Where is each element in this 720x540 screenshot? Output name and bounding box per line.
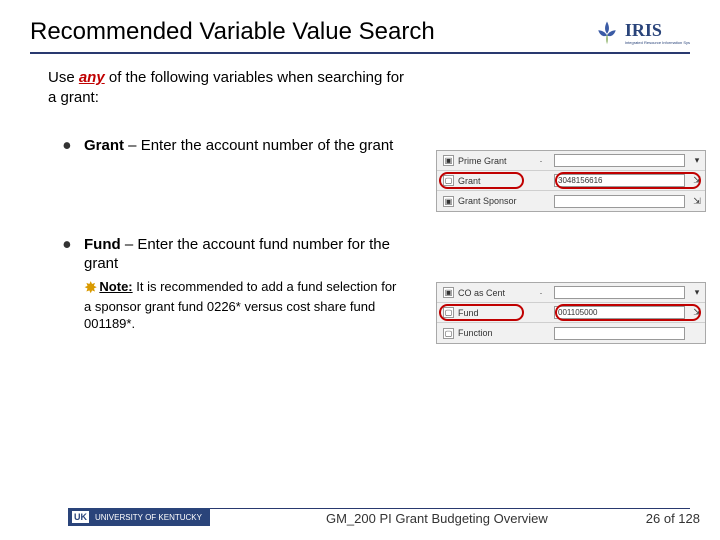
expand-icon[interactable]: ▣ [443, 196, 454, 207]
footer-doc-title: GM_200 PI Grant Budgeting Overview [228, 511, 646, 526]
iris-logo: IRIS Integrated Resource Information Sys [593, 18, 690, 46]
form-snippet-fund: ▣ CO as Cent · ▾ ▢ Fund 001105000 ⇲ ▢ Fu… [436, 282, 706, 344]
snippet-row-highlighted: ▢ Fund 001105000 ⇲ [437, 303, 705, 323]
expand-icon[interactable]: ▢ [443, 307, 454, 318]
expand-icon[interactable]: ▣ [443, 155, 454, 166]
row-label: Prime Grant [458, 156, 528, 166]
note-block: ✸Note: It is recommended to add a fund s… [84, 279, 404, 332]
row-input[interactable] [554, 286, 685, 299]
iris-logo-subtext: Integrated Resource Information Sys [625, 41, 690, 45]
header-divider [30, 52, 690, 54]
intro-emphasis: any [79, 69, 105, 86]
iris-flower-icon [593, 18, 621, 46]
lookup-icon[interactable]: ⇲ [689, 196, 705, 207]
uk-logo: UK UNIVERSITY OF KENTUCKY [68, 508, 210, 526]
expand-icon[interactable]: ▢ [443, 175, 454, 186]
row-label: CO as Cent [458, 288, 528, 298]
row-mid: · [532, 156, 550, 166]
note-label: Note: [99, 279, 132, 294]
expand-icon[interactable]: ▣ [443, 287, 454, 298]
dropdown-icon[interactable]: ▾ [689, 287, 705, 298]
footer-page-number: 26 of 128 [646, 511, 700, 526]
row-input[interactable]: 001105000 [554, 306, 685, 319]
row-mid: · [532, 288, 550, 298]
snippet-row: ▣ Grant Sponsor ⇲ [437, 191, 705, 211]
form-snippet-grant: ▣ Prime Grant · ▾ ▢ Grant 3048156616 ⇲ ▣… [436, 150, 706, 212]
row-label: Function [458, 328, 528, 338]
dropdown-icon[interactable]: ▾ [689, 155, 705, 166]
expand-icon[interactable]: ▢ [443, 328, 454, 339]
uk-logo-text: UNIVERSITY OF KENTUCKY [95, 513, 202, 522]
bullet-term: Grant [84, 137, 124, 154]
lookup-icon[interactable]: ⇲ [689, 175, 705, 186]
row-label: Grant [458, 176, 528, 186]
row-label: Grant Sponsor [458, 196, 528, 206]
snippet-row: ▣ CO as Cent · ▾ [437, 283, 705, 303]
bullet-dot-icon: • [62, 238, 84, 255]
snippet-row: ▣ Prime Grant · ▾ [437, 151, 705, 171]
uk-logo-badge: UK [72, 511, 89, 523]
iris-logo-text: IRIS [625, 20, 690, 41]
row-label: Fund [458, 308, 528, 318]
snippet-row-highlighted: ▢ Grant 3048156616 ⇲ [437, 171, 705, 191]
bullet-desc: – Enter the account number of the grant [124, 137, 393, 154]
row-input[interactable] [554, 327, 685, 340]
lookup-icon[interactable]: ⇲ [689, 307, 705, 318]
row-input[interactable]: 3048156616 [554, 174, 685, 187]
snippet-row: ▢ Function [437, 323, 705, 343]
bullet-dot-icon: • [62, 139, 84, 156]
row-input[interactable] [554, 195, 685, 208]
bullet-term: Fund [84, 236, 121, 253]
bullet-desc: – Enter the account fund number for the … [84, 236, 390, 272]
intro-text: Use any of the following variables when … [48, 68, 408, 107]
page-title: Recommended Variable Value Search [30, 18, 435, 46]
note-star-icon: ✸ [84, 280, 97, 297]
footer: UK UNIVERSITY OF KENTUCKY GM_200 PI Gran… [0, 508, 720, 526]
row-input[interactable] [554, 154, 685, 167]
